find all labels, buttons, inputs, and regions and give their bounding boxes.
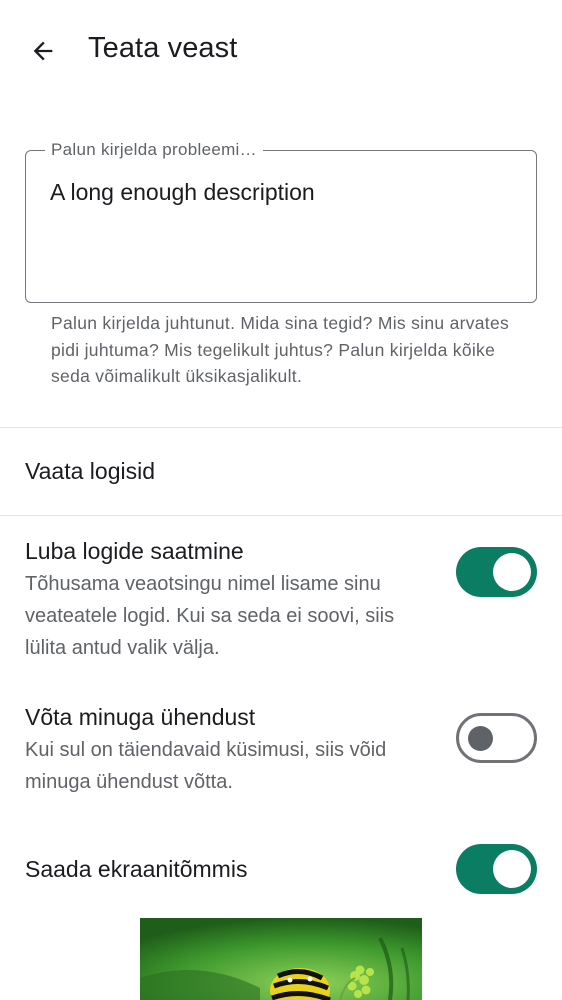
switch-thumb [493, 553, 531, 591]
send-screenshot-title: Saada ekraanitõmmis [25, 856, 248, 882]
send-screenshot-switch[interactable] [456, 844, 537, 894]
send-logs-preference[interactable]: Luba logide saatmine Tõhusama veaotsingu… [0, 516, 562, 666]
contact-me-summary: Kui sul on täiendavaid küsimusi, siis võ… [25, 739, 387, 793]
back-button[interactable] [22, 30, 64, 72]
screenshot-preview-image[interactable] [140, 918, 422, 1000]
view-logs-item[interactable]: Vaata logisid [0, 428, 562, 515]
description-field[interactable]: Palun kirjelda probleemi… [25, 140, 537, 303]
description-helper-text: Palun kirjelda juhtunut. Mida sina tegid… [51, 313, 510, 386]
switch-thumb [493, 850, 531, 888]
page-title: Teata veast [88, 32, 238, 64]
send-screenshot-preference[interactable]: Saada ekraanitõmmis [0, 830, 562, 910]
send-logs-summary: Tõhusama veaotsingu nimel lisame sinu ve… [25, 573, 395, 659]
contact-me-preference[interactable]: Võta minuga ühendust Kui sul on täiendav… [0, 690, 562, 810]
send-logs-switch[interactable] [456, 547, 537, 597]
description-input[interactable] [50, 179, 510, 206]
caterpillar-image [140, 918, 422, 1000]
contact-me-title: Võta minuga ühendust [25, 704, 256, 730]
description-field-label: Palun kirjelda probleemi… [45, 140, 263, 160]
top-app-bar: Teata veast [0, 0, 562, 100]
switch-thumb [468, 725, 493, 751]
contact-me-switch[interactable] [456, 713, 537, 763]
send-logs-title: Luba logide saatmine [25, 538, 244, 564]
view-logs-label: Vaata logisid [25, 458, 155, 484]
arrow-back-icon [33, 41, 53, 61]
